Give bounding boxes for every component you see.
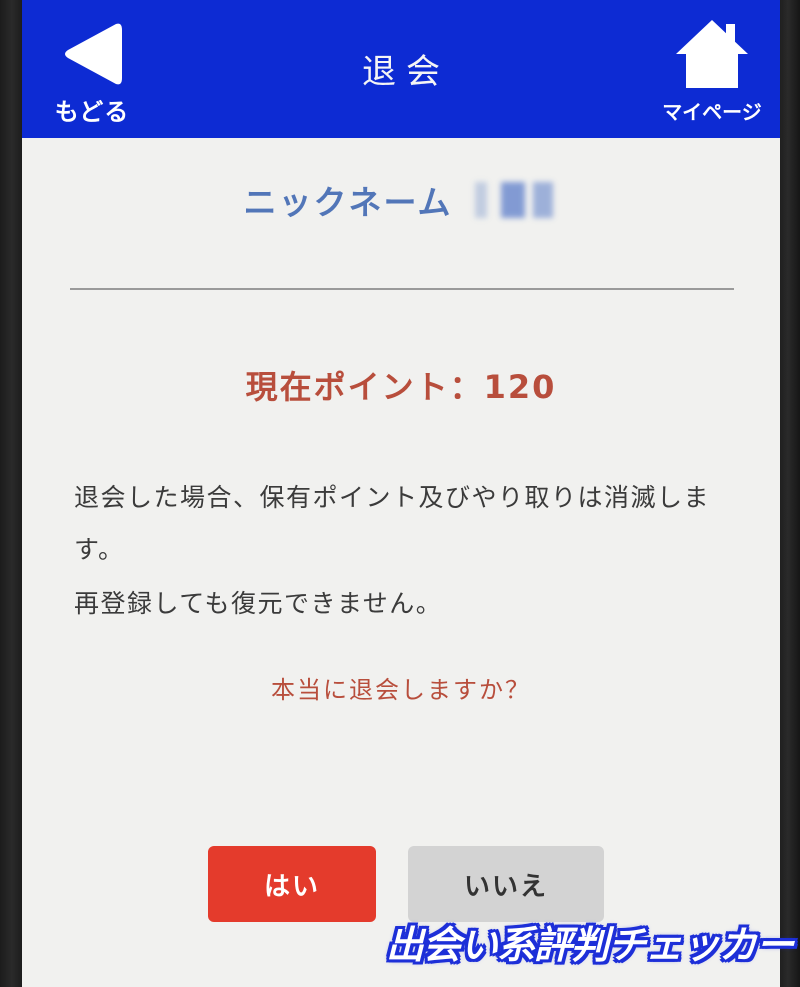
home-icon bbox=[676, 20, 748, 88]
header-bar: もどる 退会 マイページ bbox=[22, 0, 780, 138]
yes-button[interactable]: はい bbox=[208, 846, 376, 922]
screen: もどる 退会 マイページ ニックネーム 現在ポイント：120 退会した場合、保有… bbox=[22, 0, 780, 987]
nickname-value-blurred bbox=[466, 182, 559, 218]
site-watermark: 出会い系評判チェッカー bbox=[386, 923, 794, 967]
nickname-label: ニックネーム bbox=[243, 183, 453, 222]
phone-frame: もどる 退会 マイページ ニックネーム 現在ポイント：120 退会した場合、保有… bbox=[0, 0, 800, 987]
mypage-label: マイページ bbox=[662, 100, 762, 124]
back-label: もどる bbox=[54, 98, 130, 126]
confirm-question: 本当に退会しますか？ bbox=[271, 676, 531, 704]
divider bbox=[70, 288, 734, 290]
no-button[interactable]: いいえ bbox=[408, 846, 604, 922]
nickname-row: ニックネーム bbox=[22, 176, 780, 224]
current-points: 現在ポイント：120 bbox=[245, 368, 557, 406]
notice-text-1: 退会した場合、保有ポイント及びやり取りは消滅します。 bbox=[74, 483, 711, 564]
notice-text-2: 再登録しても復元できません。 bbox=[74, 589, 443, 618]
mypage-button[interactable]: マイページ bbox=[652, 10, 772, 130]
